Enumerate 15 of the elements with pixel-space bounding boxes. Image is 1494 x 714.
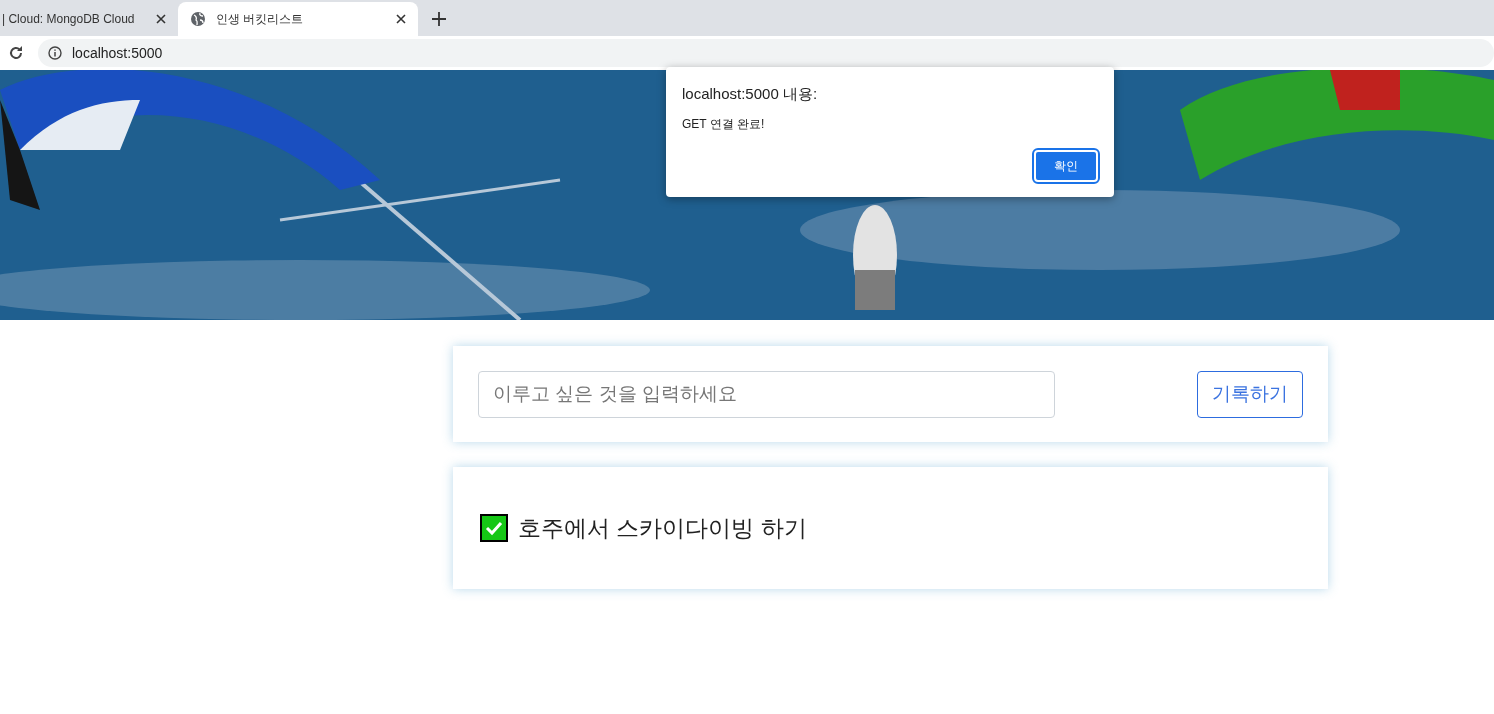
close-icon[interactable] bbox=[156, 14, 166, 24]
bucket-item-text: 호주에서 스카이다이빙 하기 bbox=[518, 513, 807, 543]
info-icon bbox=[48, 46, 62, 60]
ok-button[interactable]: 확인 bbox=[1034, 150, 1098, 182]
dialog-title: localhost:5000 내용: bbox=[682, 85, 819, 104]
globe-icon bbox=[190, 11, 206, 27]
input-field[interactable]: 이루고 싶은 것을 입력하세요 bbox=[478, 370, 1055, 418]
dialog-message: GET 연결 완료! bbox=[682, 116, 766, 133]
browser-tab[interactable]: | Cloud: MongoDB Cloud bbox=[0, 2, 178, 36]
reload-icon[interactable] bbox=[8, 45, 24, 61]
new-tab-icon[interactable] bbox=[432, 12, 446, 26]
browser-tab[interactable]: 인생 버킷리스트 bbox=[178, 2, 418, 36]
address-bar[interactable]: localhost:5000 bbox=[38, 39, 1494, 67]
close-icon[interactable] bbox=[396, 14, 406, 24]
record-button[interactable]: 기록하기 bbox=[1197, 370, 1303, 418]
